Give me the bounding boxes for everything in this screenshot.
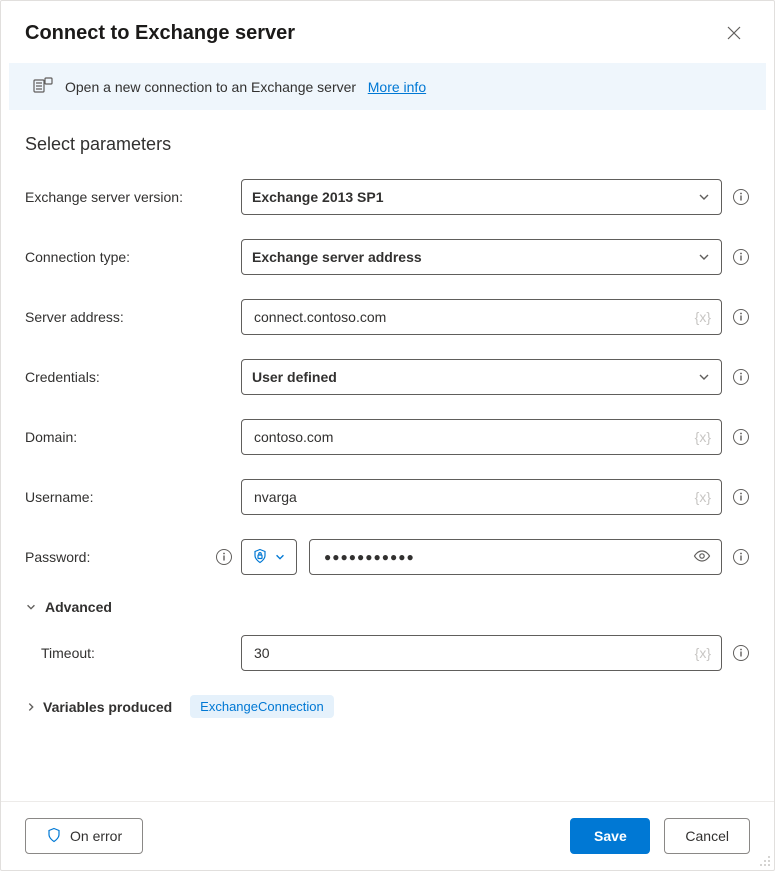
advanced-toggle[interactable]: Advanced <box>25 599 750 615</box>
cancel-button[interactable]: Cancel <box>664 818 750 854</box>
chevron-down-icon <box>274 551 286 563</box>
credentials-info-button[interactable] <box>732 368 750 386</box>
info-icon <box>215 548 233 566</box>
password-label: Password: <box>25 549 90 565</box>
credentials-select[interactable]: User defined <box>241 359 722 395</box>
info-icon <box>732 188 750 206</box>
credentials-label: Credentials: <box>25 369 241 385</box>
exchange-version-value: Exchange 2013 SP1 <box>252 189 384 205</box>
variables-produced-toggle[interactable]: Variables produced ExchangeConnection <box>25 695 750 718</box>
variable-token-icon[interactable]: {x} <box>695 429 711 445</box>
username-info-button[interactable] <box>732 488 750 506</box>
info-icon <box>732 368 750 386</box>
chevron-down-icon <box>25 601 37 613</box>
connection-type-select[interactable]: Exchange server address <box>241 239 722 275</box>
exchange-version-select[interactable]: Exchange 2013 SP1 <box>241 179 722 215</box>
chevron-down-icon <box>697 370 711 384</box>
reveal-password-button[interactable] <box>693 547 711 568</box>
timeout-input[interactable]: {x} <box>241 635 722 671</box>
username-input[interactable]: {x} <box>241 479 722 515</box>
credentials-value: User defined <box>252 369 337 385</box>
info-bar-text: Open a new connection to an Exchange ser… <box>65 79 356 95</box>
username-field[interactable] <box>252 488 695 506</box>
domain-label: Domain: <box>25 429 241 445</box>
resize-grip[interactable] <box>758 854 772 868</box>
info-icon <box>732 488 750 506</box>
exchange-version-info-button[interactable] <box>732 188 750 206</box>
eye-icon <box>693 547 711 565</box>
advanced-title: Advanced <box>45 599 112 615</box>
username-label: Username: <box>25 489 241 505</box>
chevron-down-icon <box>697 190 711 204</box>
info-icon <box>732 308 750 326</box>
section-title: Select parameters <box>25 134 750 155</box>
shield-lock-icon <box>252 548 268 567</box>
info-bar: Open a new connection to an Exchange ser… <box>9 63 766 110</box>
chevron-down-icon <box>697 250 711 264</box>
server-address-field[interactable] <box>252 308 695 326</box>
variable-token-icon[interactable]: {x} <box>695 309 711 325</box>
password-vault-button[interactable] <box>241 539 297 575</box>
connection-type-value: Exchange server address <box>252 249 422 265</box>
shield-icon <box>46 827 62 846</box>
close-icon <box>727 26 741 40</box>
domain-field[interactable] <box>252 428 695 446</box>
server-address-info-button[interactable] <box>732 308 750 326</box>
timeout-info-button[interactable] <box>732 644 750 662</box>
on-error-button[interactable]: On error <box>25 818 143 854</box>
save-button[interactable]: Save <box>570 818 650 854</box>
close-button[interactable] <box>718 17 750 49</box>
variable-token-icon[interactable]: {x} <box>695 645 711 661</box>
server-address-input[interactable]: {x} <box>241 299 722 335</box>
chevron-right-icon <box>25 701 37 713</box>
timeout-field[interactable] <box>252 644 695 662</box>
server-address-label: Server address: <box>25 309 241 325</box>
domain-input[interactable]: {x} <box>241 419 722 455</box>
variable-chip[interactable]: ExchangeConnection <box>190 695 334 718</box>
info-icon <box>732 248 750 266</box>
server-connect-icon <box>33 75 53 98</box>
timeout-label: Timeout: <box>41 645 241 661</box>
more-info-link[interactable]: More info <box>368 79 426 95</box>
connection-type-label: Connection type: <box>25 249 241 265</box>
variables-produced-title: Variables produced <box>43 699 172 715</box>
password-input[interactable]: ●●●●●●●●●●● <box>309 539 722 575</box>
exchange-version-label: Exchange server version: <box>25 189 241 205</box>
info-icon <box>732 644 750 662</box>
password-value: ●●●●●●●●●●● <box>324 550 415 564</box>
on-error-label: On error <box>70 828 122 844</box>
dialog-title: Connect to Exchange server <box>25 22 295 45</box>
password-info-button[interactable] <box>732 548 750 566</box>
info-icon <box>732 548 750 566</box>
info-icon <box>732 428 750 446</box>
connection-type-info-button[interactable] <box>732 248 750 266</box>
password-label-info-button[interactable] <box>215 548 233 566</box>
variable-token-icon[interactable]: {x} <box>695 489 711 505</box>
domain-info-button[interactable] <box>732 428 750 446</box>
